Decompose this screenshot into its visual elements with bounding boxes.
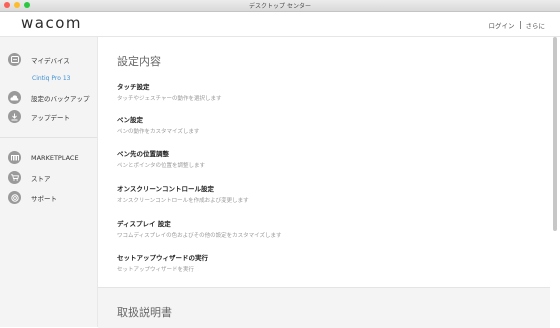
scrollbar[interactable] <box>553 37 557 231</box>
item-title: タッチ設定 <box>117 83 150 91</box>
settings-item-touch[interactable]: タッチ設定 タッチやジェスチャーの動作を選択します <box>117 81 221 102</box>
login-link[interactable]: ログイン <box>489 20 515 30</box>
header-links: ログイン さらに <box>489 20 546 30</box>
item-title: ディスプレイ 設定 <box>117 220 171 228</box>
sidebar-item-backup[interactable]: 設定のバックアップ <box>8 91 90 104</box>
sidebar-item-update[interactable]: アップデート <box>8 110 70 123</box>
wacom-logo: wacom <box>21 14 82 32</box>
settings-item-calibration[interactable]: ペン先の位置調整 ペンとポインタの位置を調整します <box>117 148 205 169</box>
settings-item-pen[interactable]: ペン設定 ペンの動作をカスタマイズします <box>117 114 199 135</box>
sidebar-item-label: MARKETPLACE <box>31 153 79 162</box>
main-content: 設定内容 タッチ設定 タッチやジェスチャーの動作を選択します ペン設定 ペンの動… <box>98 37 550 328</box>
sidebar-divider <box>0 137 97 138</box>
item-description: ペンとポインタの位置を調整します <box>117 163 206 169</box>
more-link[interactable]: さらに <box>526 20 546 30</box>
app-header: wacom ログイン さらに <box>0 12 560 37</box>
sidebar-item-support[interactable]: サポート <box>8 191 57 204</box>
marketplace-icon <box>8 151 21 164</box>
section-title-settings: 設定内容 <box>117 55 161 68</box>
item-description: セットアップウィザードを実行 <box>117 267 195 273</box>
item-description: オンスクリーンコントロールを作成および変更します <box>117 198 249 204</box>
window-title: デスクトップ センター <box>249 3 311 10</box>
sidebar-item-store[interactable]: ストア <box>8 171 51 184</box>
cloud-icon <box>8 91 21 104</box>
sidebar-item-label: 設定のバックアップ <box>31 94 90 103</box>
lifebuoy-icon <box>8 191 21 204</box>
tablet-icon <box>8 53 21 66</box>
item-title: オンスクリーンコントロール設定 <box>117 185 215 193</box>
sidebar-item-label: サポート <box>31 194 57 203</box>
sidebar-item-label: アップデート <box>31 113 70 122</box>
sidebar-item-label: マイデバイス <box>31 56 70 65</box>
item-description: ワコムディスプレイの色およびその他の設定をカスタマイズします <box>117 233 282 239</box>
item-description: ペンの動作をカスタマイズします <box>117 129 200 135</box>
section-title-manual: 取扱説明書 <box>117 306 172 319</box>
item-description: タッチやジェスチャーの動作を選択します <box>117 96 222 102</box>
device-cintiq-pro-13[interactable]: Cintiq Pro 13 <box>32 75 70 82</box>
item-title: セットアップウィザードの実行 <box>117 254 208 262</box>
settings-item-display[interactable]: ディスプレイ 設定 ワコムディスプレイの色およびその他の設定をカスタマイズします <box>117 218 281 239</box>
header-divider <box>519 21 521 29</box>
cart-icon <box>8 171 21 184</box>
title-bar: デスクトップ センター <box>0 0 560 12</box>
download-icon <box>8 110 21 123</box>
settings-item-onscreen-controls[interactable]: オンスクリーンコントロール設定 オンスクリーンコントロールを作成および変更します <box>117 183 249 204</box>
item-title: ペン設定 <box>117 116 143 124</box>
settings-item-setup-wizard[interactable]: セットアップウィザードの実行 セットアップウィザードを実行 <box>117 252 208 273</box>
sidebar-item-marketplace[interactable]: MARKETPLACE <box>8 151 79 164</box>
manual-section: 取扱説明書 <box>98 287 550 328</box>
sidebar: マイデバイス Cintiq Pro 13 設定のバックアップ アップデート MA… <box>0 37 98 327</box>
sidebar-item-label: ストア <box>31 174 51 183</box>
sidebar-item-my-devices[interactable]: マイデバイス <box>8 53 70 66</box>
item-title: ペン先の位置調整 <box>117 150 169 158</box>
